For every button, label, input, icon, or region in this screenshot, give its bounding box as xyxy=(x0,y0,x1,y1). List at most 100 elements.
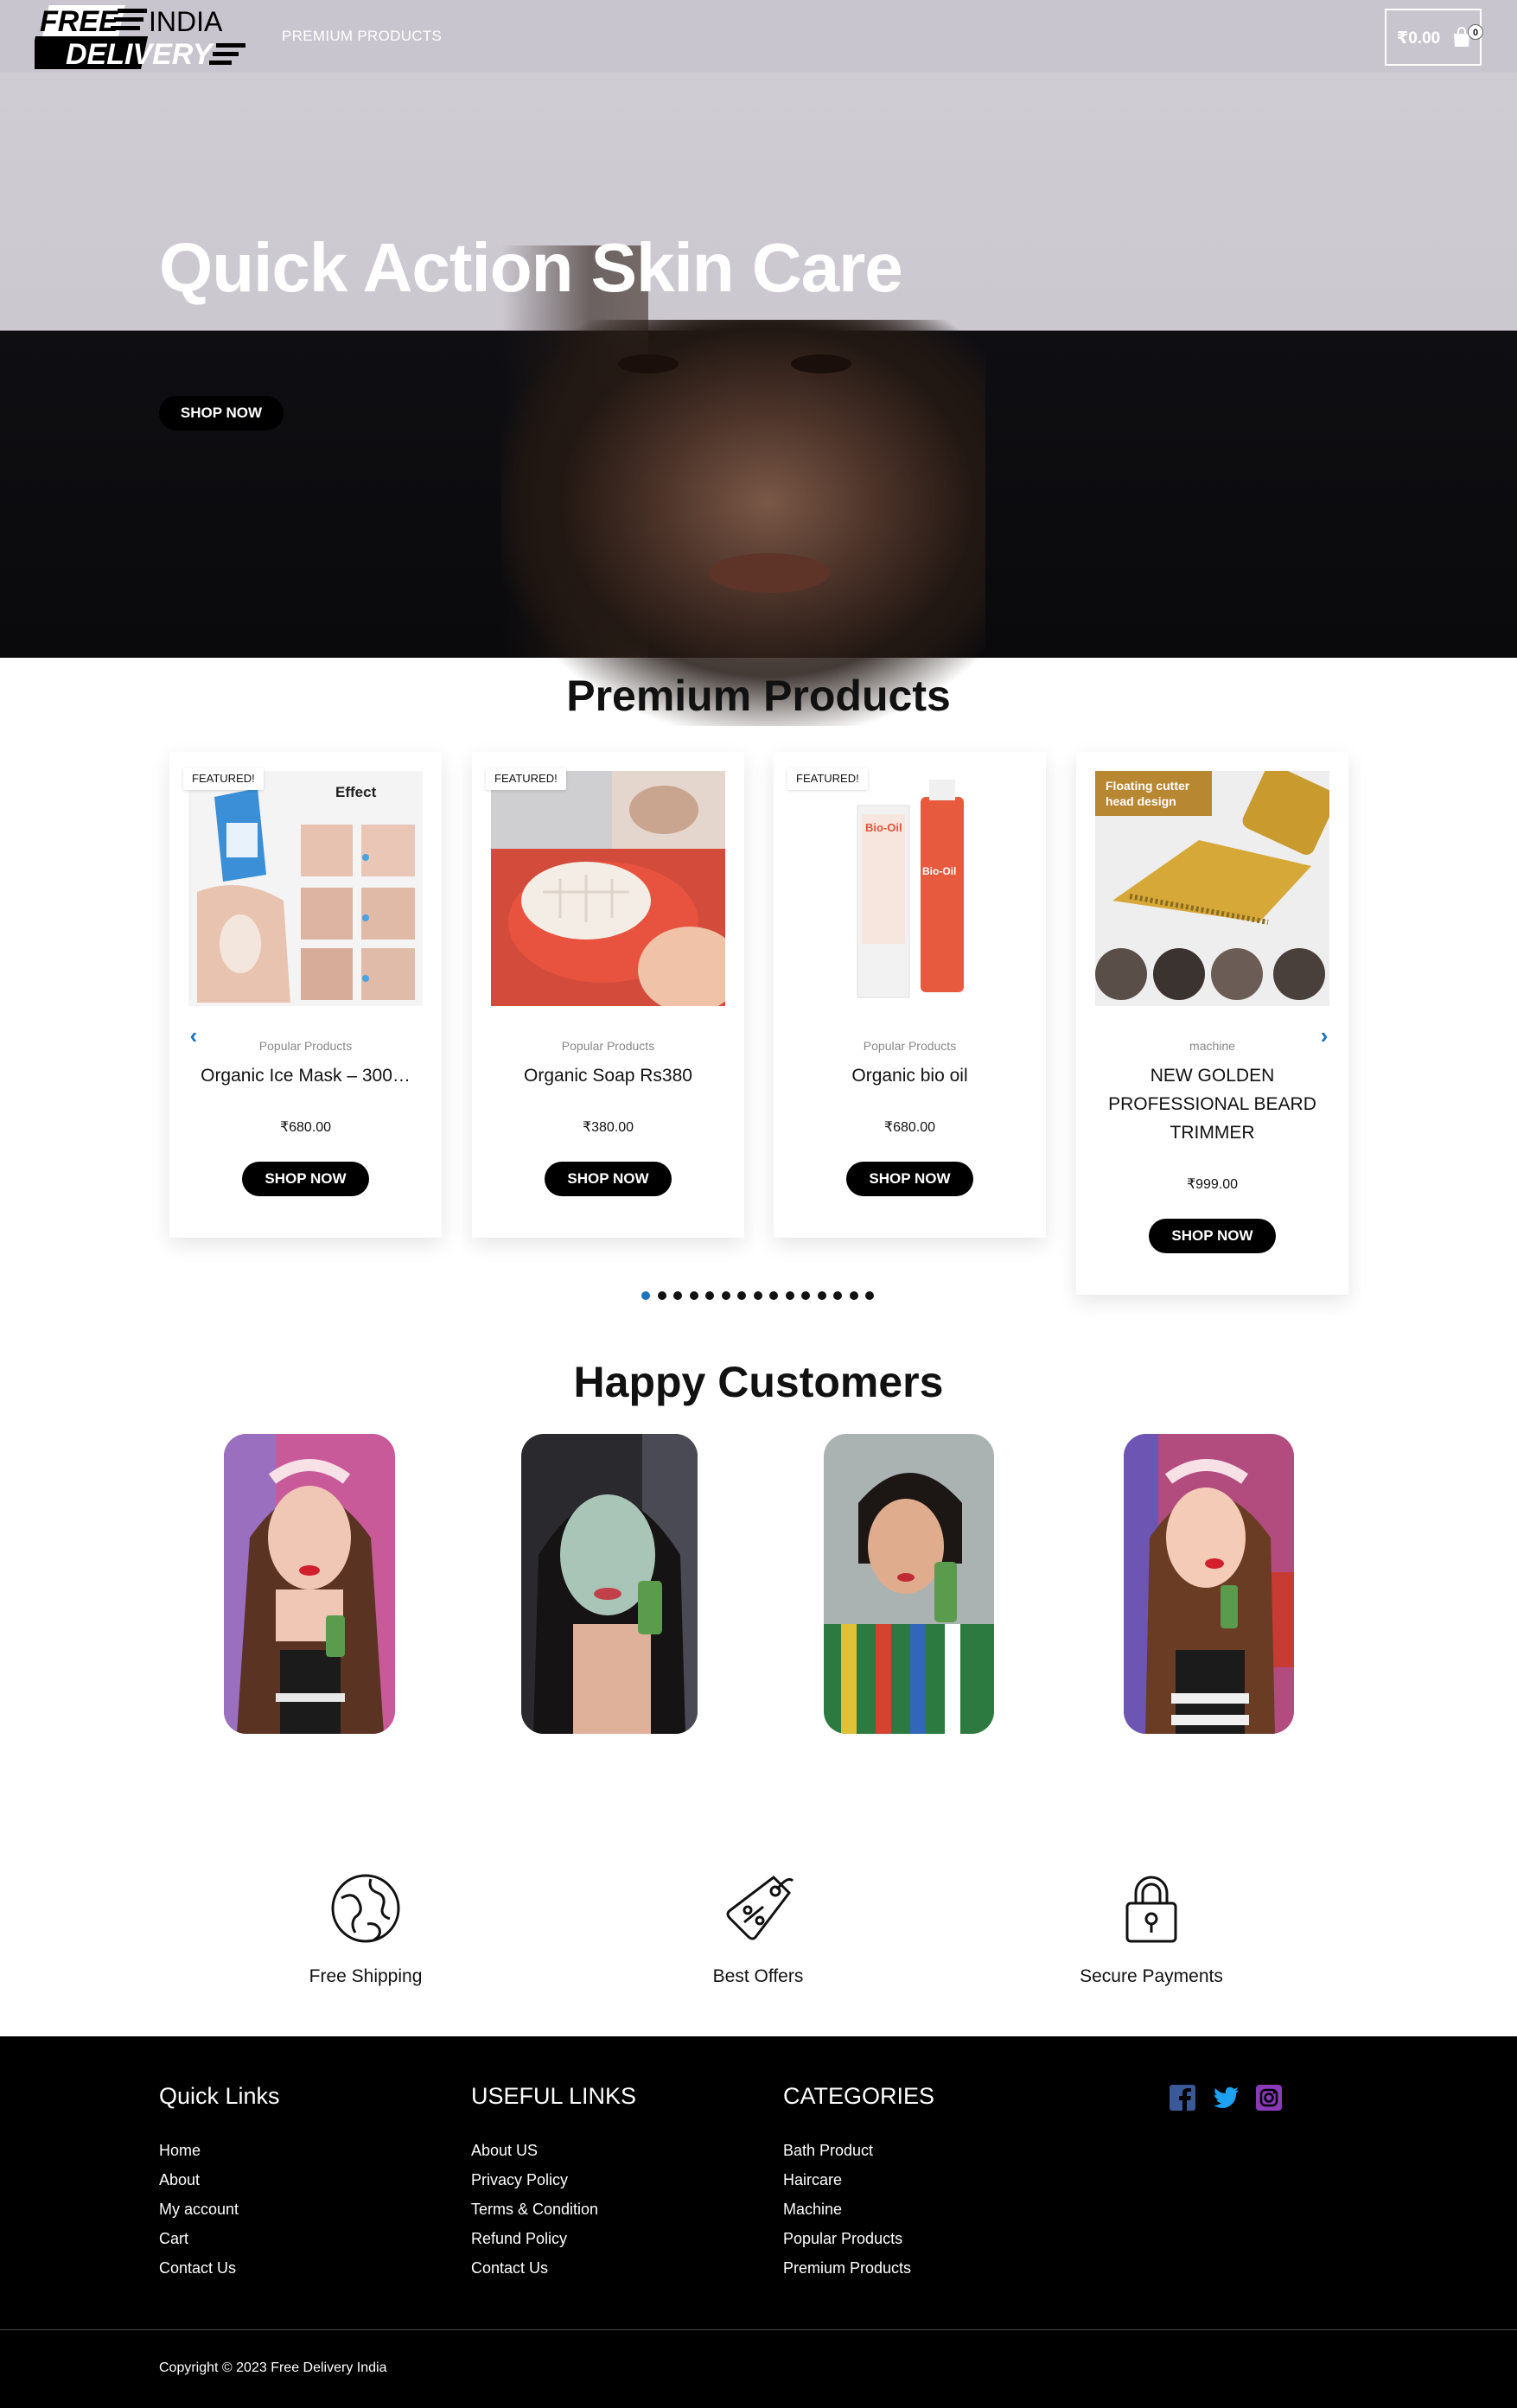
site-logo[interactable]: FREE INDIA DELIVERY xyxy=(35,0,246,73)
hero-title: Quick Action Skin Care xyxy=(159,229,903,306)
hero-model-eye-right xyxy=(791,354,851,373)
carousel-dot[interactable] xyxy=(641,1291,650,1300)
customer-photo[interactable] xyxy=(224,1434,395,1734)
hero-model-lips xyxy=(709,553,830,593)
customer-photo[interactable] xyxy=(824,1434,994,1734)
product-card[interactable]: Effect FEATURED! Popular Products Organi… xyxy=(169,752,442,1238)
product-price: ₹999.00 xyxy=(1186,1177,1239,1192)
cart-amount: ₹0.00 xyxy=(1397,29,1441,48)
footer-link-about-us[interactable]: About US xyxy=(471,2142,538,2160)
footer-useful-links-title: USEFUL LINKS xyxy=(471,2083,637,2109)
product-category[interactable]: machine xyxy=(1076,1039,1348,1053)
carousel-dot[interactable] xyxy=(801,1291,810,1300)
chevron-right-icon[interactable]: › xyxy=(1314,1024,1335,1047)
footer-category-haircare[interactable]: Haircare xyxy=(783,2171,842,2189)
product-image-bio-oil[interactable]: Bio-Oil Bio-Oil xyxy=(793,771,1027,1006)
shop-now-button[interactable]: SHOP NOW xyxy=(545,1162,672,1196)
footer-divider xyxy=(0,2329,1517,2330)
footer-category-popular-products[interactable]: Popular Products xyxy=(783,2230,902,2248)
carousel-dot[interactable] xyxy=(785,1291,794,1300)
hero-shop-now-button[interactable]: SHOP NOW xyxy=(159,396,284,430)
nav-premium-products[interactable]: PREMIUM PRODUCTS xyxy=(282,28,442,45)
product-price: ₹380.00 xyxy=(582,1120,634,1135)
logo-text-india: INDIA xyxy=(149,6,223,37)
product-image-beard-trimmer[interactable]: Floating cutter head design xyxy=(1095,771,1329,1006)
footer-category-premium-products[interactable]: Premium Products xyxy=(783,2259,911,2277)
product-category[interactable]: Popular Products xyxy=(472,1039,744,1053)
featured-badge: FEATURED! xyxy=(787,768,868,790)
carousel-dot[interactable] xyxy=(705,1291,714,1300)
footer-categories-title: CATEGORIES xyxy=(783,2083,935,2109)
product-name[interactable]: Organic Ice Mask – 300… xyxy=(187,1061,424,1090)
footer-link-refund-policy[interactable]: Refund Policy xyxy=(471,2230,567,2248)
footer-link-privacy-policy[interactable]: Privacy Policy xyxy=(471,2171,568,2189)
footer-link-my-account[interactable]: My account xyxy=(159,2201,239,2219)
price-tag-icon xyxy=(726,1876,794,1940)
product-category[interactable]: Popular Products xyxy=(774,1039,1046,1053)
cart-button[interactable]: ₹0.00 0 xyxy=(1385,9,1483,66)
feature-best-offers: Best Offers xyxy=(712,1966,804,1986)
feature-secure-payments: Secure Payments xyxy=(1080,1966,1223,1986)
carousel-dot[interactable] xyxy=(817,1291,826,1300)
footer-link-home[interactable]: Home xyxy=(159,2142,201,2160)
carousel-dot[interactable] xyxy=(769,1291,778,1300)
carousel-dot[interactable] xyxy=(865,1291,874,1300)
product-name-line[interactable]: PROFESSIONAL BEARD xyxy=(1093,1090,1331,1118)
product-card[interactable]: Floating cutter head design machine NEW … xyxy=(1076,752,1348,1295)
featured-badge: FEATURED! xyxy=(486,768,566,790)
twitter-icon[interactable] xyxy=(1212,2084,1240,2112)
copyright-text: Copyright © 2023 Free Delivery India xyxy=(159,2360,387,2375)
cart-count-badge: 0 xyxy=(1468,24,1483,40)
customer-photo[interactable] xyxy=(1124,1434,1294,1734)
customer-photo[interactable] xyxy=(521,1434,698,1734)
image-text-banner: Floating cutter xyxy=(1106,779,1190,793)
product-category[interactable]: Popular Products xyxy=(169,1039,442,1053)
facebook-icon[interactable] xyxy=(1169,2084,1196,2112)
image-text-effect: Effect xyxy=(335,784,377,800)
product-card[interactable]: Bio-Oil Bio-Oil FEATURED! Popular Produc… xyxy=(774,752,1046,1238)
product-name[interactable]: Organic Soap Rs380 xyxy=(489,1061,727,1090)
product-card[interactable]: FEATURED! Popular Products Organic Soap … xyxy=(472,752,744,1238)
product-price: ₹680.00 xyxy=(279,1120,332,1135)
logo-text-free: FREE xyxy=(40,5,119,38)
carousel-dot[interactable] xyxy=(833,1291,842,1300)
product-name-line[interactable]: TRIMMER xyxy=(1093,1118,1331,1147)
product-name-line[interactable]: NEW GOLDEN xyxy=(1093,1061,1331,1090)
footer-link-contact-us-2[interactable]: Contact Us xyxy=(471,2259,548,2277)
chevron-left-icon[interactable]: ‹ xyxy=(183,1024,204,1047)
shop-now-button[interactable]: SHOP NOW xyxy=(846,1162,973,1196)
image-text-bio-oil: Bio-Oil xyxy=(865,821,902,834)
happy-customers-title: Happy Customers xyxy=(573,1358,944,1406)
product-name[interactable]: Organic bio oil xyxy=(791,1061,1029,1090)
product-price: ₹680.00 xyxy=(883,1120,936,1135)
footer-category-bath-product[interactable]: Bath Product xyxy=(783,2142,873,2160)
footer-category-machine[interactable]: Machine xyxy=(783,2201,842,2219)
carousel-dot[interactable] xyxy=(673,1291,682,1300)
hero-model-face-shade xyxy=(501,320,985,726)
footer-link-cart[interactable]: Cart xyxy=(159,2230,188,2248)
carousel-dot[interactable] xyxy=(657,1291,666,1300)
feature-free-shipping: Free Shipping xyxy=(309,1966,423,1986)
logo-text-delivery: DELIVERY xyxy=(66,38,215,71)
product-image-soap[interactable] xyxy=(491,771,725,1006)
footer-link-contact-us[interactable]: Contact Us xyxy=(159,2259,236,2277)
padlock-icon xyxy=(1125,1876,1177,1943)
instagram-icon[interactable] xyxy=(1255,2084,1283,2112)
carousel-dot[interactable] xyxy=(721,1291,730,1300)
footer-link-about[interactable]: About xyxy=(159,2171,200,2189)
footer-quick-links-title: Quick Links xyxy=(159,2083,280,2109)
featured-badge: FEATURED! xyxy=(183,768,264,790)
site-header: FREE INDIA DELIVERY PREMIUM PRODUCTS ₹0.… xyxy=(0,0,1517,73)
carousel-dot[interactable] xyxy=(737,1291,746,1300)
carousel-dot[interactable] xyxy=(753,1291,762,1300)
carousel-dot[interactable] xyxy=(849,1291,858,1300)
carousel-dot[interactable] xyxy=(689,1291,698,1300)
premium-products-title: Premium Products xyxy=(566,672,951,720)
shop-now-button[interactable]: SHOP NOW xyxy=(242,1162,369,1196)
hero-model-eye-left xyxy=(618,354,679,373)
footer-link-terms[interactable]: Terms & Condition xyxy=(471,2201,598,2219)
image-text-bio-oil: Bio-Oil xyxy=(922,865,956,877)
globe-icon xyxy=(331,1874,400,1943)
product-image-ice-mask[interactable]: Effect xyxy=(188,771,423,1006)
shop-now-button[interactable]: SHOP NOW xyxy=(1149,1219,1276,1253)
